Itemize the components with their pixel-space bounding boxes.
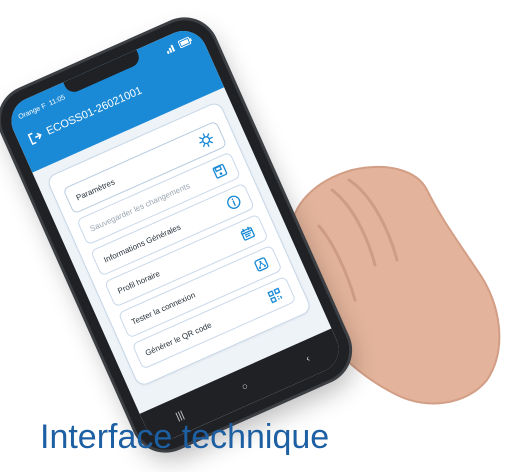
carrier-label: Orange F: [17, 102, 48, 121]
menu-item-label: Paramètres: [74, 176, 116, 203]
signal-icon: [165, 43, 178, 56]
info-icon: [223, 192, 244, 213]
caption-title: Interface technique: [40, 418, 330, 456]
battery-icon: [177, 36, 194, 51]
back-button[interactable]: ‹: [304, 353, 312, 364]
gear-icon: [196, 130, 217, 151]
calendar-icon: [237, 223, 258, 244]
qr-icon: [265, 285, 286, 306]
time-label: 11:05: [47, 93, 67, 107]
save-icon: [209, 161, 230, 182]
logout-icon[interactable]: [26, 128, 44, 146]
phone-screen: Orange F 11:05 ECOSS01-26021001 Paramètr…: [3, 23, 347, 447]
home-button[interactable]: ○: [240, 380, 250, 393]
network-icon: [251, 254, 272, 275]
status-right: [165, 36, 195, 57]
menu-item-label: Profil horaire: [116, 268, 162, 296]
scene: Orange F 11:05 ECOSS01-26021001 Paramètr…: [0, 0, 517, 472]
